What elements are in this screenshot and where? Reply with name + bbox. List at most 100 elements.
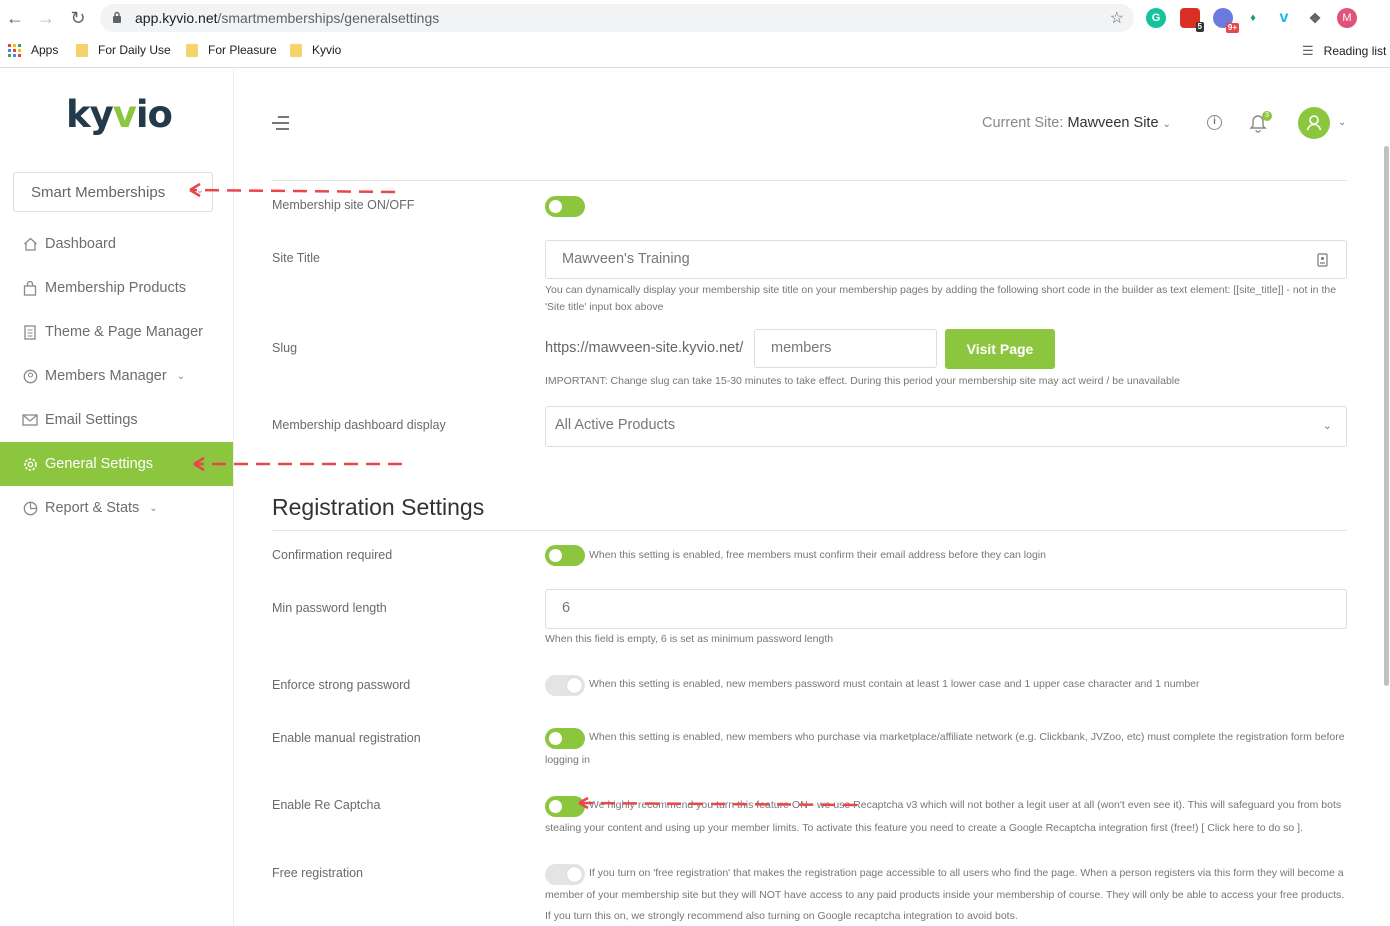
min-password-help: When this field is empty, 6 is set as mi… xyxy=(545,633,834,645)
slug-input[interactable]: members xyxy=(754,329,937,368)
strong-password-toggle[interactable] xyxy=(545,675,585,696)
min-password-value: 6 xyxy=(562,600,571,616)
sidebar-item-theme-page-manager[interactable]: Theme & Page Manager xyxy=(0,310,233,354)
sidebar-item-label: Report & Stats xyxy=(45,500,140,516)
forward-icon[interactable]: → xyxy=(36,8,56,28)
chevron-down-icon: ⌄ xyxy=(149,502,158,514)
free-registration-help-2: member of your membership site but they … xyxy=(545,889,1345,901)
strong-password-help: When this setting is enabled, new member… xyxy=(589,678,1200,690)
page-scrollbar[interactable] xyxy=(1384,146,1389,686)
bookmark-label: Kyvio xyxy=(312,43,342,57)
recaptcha-label: Enable Re Captcha xyxy=(272,798,381,812)
bag-icon xyxy=(22,280,38,296)
grammarly-icon[interactable]: G xyxy=(1146,8,1166,28)
manual-registration-help-1: When this setting is enabled, new member… xyxy=(589,731,1345,743)
divider xyxy=(272,180,1347,181)
reading-list-icon: ☰ xyxy=(1302,43,1314,58)
annotation-arrow xyxy=(189,182,396,198)
back-icon[interactable]: ← xyxy=(5,8,25,28)
site-title-value: Mawveen's Training xyxy=(562,251,690,267)
min-password-label: Min password length xyxy=(272,601,387,615)
extensions-puzzle-icon[interactable]: ❖ xyxy=(1305,8,1325,28)
visit-page-button[interactable]: Visit Page xyxy=(945,329,1055,369)
slug-help: IMPORTANT: Change slug can take 15-30 mi… xyxy=(545,375,1180,387)
current-site-value: Mawveen Site xyxy=(1067,115,1159,131)
free-registration-help-3: If you turn this on, we strongly recomme… xyxy=(545,910,1018,922)
confirmation-required-help: When this setting is enabled, free membe… xyxy=(589,549,1046,561)
confirmation-required-toggle[interactable] xyxy=(545,545,585,566)
notification-badge: 3 xyxy=(1262,111,1272,121)
folder-icon xyxy=(76,43,88,57)
free-registration-toggle[interactable] xyxy=(545,864,585,885)
users-icon xyxy=(22,368,38,384)
min-password-input[interactable]: 6 xyxy=(545,589,1347,629)
bookmark-apps[interactable]: Apps xyxy=(8,43,58,57)
free-registration-help-1: If you turn on 'free registration' that … xyxy=(589,867,1344,879)
current-site-selector[interactable]: Current Site: Mawveen Site ⌄ xyxy=(982,115,1171,131)
reading-list-label: Reading list xyxy=(1323,44,1387,58)
reading-list[interactable]: ☰ Reading list xyxy=(1302,43,1386,59)
user-avatar[interactable] xyxy=(1298,107,1330,139)
grid-badge: 9+ xyxy=(1225,23,1239,33)
mail-icon xyxy=(22,412,38,428)
chart-icon xyxy=(22,500,38,516)
slug-label: Slug xyxy=(272,341,298,355)
menu-toggle-icon[interactable] xyxy=(272,116,289,130)
app-selector-label: Smart Memberships xyxy=(31,184,166,201)
annotation-arrow xyxy=(578,796,858,810)
dashboard-display-label: Membership dashboard display xyxy=(272,418,446,432)
dashboard-display-select[interactable]: All Active Products ⌄ xyxy=(545,406,1347,447)
bookmark-kyvio[interactable]: Kyvio xyxy=(290,43,341,57)
sidebar-item-email-settings[interactable]: Email Settings xyxy=(0,398,233,442)
home-icon xyxy=(22,236,38,252)
manual-registration-help-2: logging in xyxy=(545,754,590,766)
sidebar-item-report-stats[interactable]: Report & Stats ⌄ xyxy=(0,486,233,530)
browser-toolbar: ← → ↻ app.kyvio.net/smartmemberships/gen… xyxy=(0,0,1390,36)
lock-icon xyxy=(113,11,121,23)
sidebar-item-membership-products[interactable]: Membership Products xyxy=(0,266,233,310)
page-icon xyxy=(22,324,38,340)
vimeo-icon[interactable]: v xyxy=(1274,8,1294,28)
chevron-down-icon[interactable]: ⌄ xyxy=(1338,117,1346,128)
sidebar-item-label: Dashboard xyxy=(45,236,116,252)
free-registration-label: Free registration xyxy=(272,866,364,880)
membership-site-label: Membership site ON/OFF xyxy=(272,198,415,212)
grid-ext-icon[interactable]: 9+ xyxy=(1213,8,1239,33)
sidebar-item-label: Membership Products xyxy=(45,280,187,296)
profile-avatar[interactable]: M xyxy=(1337,8,1357,28)
dashboard-display-value: All Active Products xyxy=(555,417,676,433)
bookmark-label: For Pleasure xyxy=(208,43,277,57)
chevron-down-icon: ⌄ xyxy=(176,370,186,382)
bookmark-label: For Daily Use xyxy=(98,43,171,57)
reload-icon[interactable]: ↻ xyxy=(68,8,88,28)
address-bar[interactable]: app.kyvio.net/smartmemberships/generalse… xyxy=(100,4,1134,32)
recaptcha-help-2: stealing your content and using up your … xyxy=(545,822,1303,834)
url-text: app.kyvio.net/smartmemberships/generalse… xyxy=(135,10,440,26)
folder-icon xyxy=(186,43,198,57)
slug-input-value: members xyxy=(771,340,832,356)
bookmark-pleasure[interactable]: For Pleasure xyxy=(186,43,277,57)
info-icon[interactable]: i xyxy=(1207,115,1222,130)
contact-card-icon[interactable] xyxy=(1317,253,1328,267)
user-icon xyxy=(1306,115,1322,131)
bookmark-label: Apps xyxy=(31,43,59,57)
chevron-down-icon: ⌄ xyxy=(1162,119,1171,130)
apps-grid-icon xyxy=(8,43,21,57)
chevron-down-icon: ⌄ xyxy=(1322,420,1332,432)
site-title-input[interactable]: Mawveen's Training xyxy=(545,240,1347,279)
slug-prefix: https://mawveen-site.kyvio.net/ xyxy=(545,340,744,356)
calendar-ext-icon[interactable]: 5 xyxy=(1180,8,1204,32)
folder-icon xyxy=(290,43,302,57)
sidebar-item-dashboard[interactable]: Dashboard xyxy=(0,222,233,266)
bookmark-star-icon[interactable]: ☆ xyxy=(1110,8,1124,28)
annotation-arrow xyxy=(193,456,402,472)
manual-registration-toggle[interactable] xyxy=(545,728,585,749)
current-site-label: Current Site: xyxy=(982,115,1064,131)
sidebar-item-label: Email Settings xyxy=(45,412,138,428)
membership-site-toggle[interactable] xyxy=(545,196,585,217)
site-title-label: Site Title xyxy=(272,251,320,265)
shield-ext-icon[interactable]: ♦ xyxy=(1243,8,1263,28)
kyvio-logo[interactable]: kyvio xyxy=(66,93,173,136)
bookmark-daily-use[interactable]: For Daily Use xyxy=(76,43,171,57)
sidebar-item-members-manager[interactable]: Members Manager ⌄ xyxy=(0,354,233,398)
